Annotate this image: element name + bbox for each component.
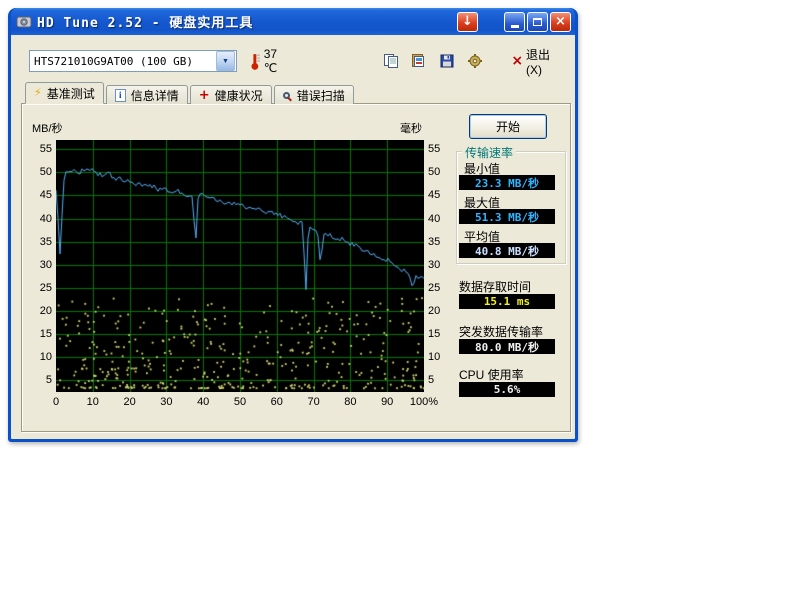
- benchmark-icon: ⚡: [34, 88, 42, 99]
- cpu-usage-value: 5.6%: [459, 382, 555, 397]
- tab-info-label: 信息详情: [131, 87, 179, 104]
- drive-select-value: HTS721010G9AT00 (100 GB): [30, 55, 216, 68]
- y-tick-label-right: 25: [428, 282, 456, 294]
- health-cross-icon: +: [199, 88, 210, 103]
- y-axis-unit-right: 毫秒: [400, 120, 422, 136]
- temperature-value: 37 ℃: [264, 47, 294, 75]
- avg-value: 40.8 MB/秒: [459, 243, 555, 258]
- y-tick-label-left: 30: [24, 259, 52, 271]
- x-tick-label: 90: [371, 396, 403, 408]
- y-tick-label-right: 15: [428, 328, 456, 340]
- y-tick-label-left: 25: [24, 282, 52, 294]
- hdtune-app-icon: [16, 14, 32, 30]
- x-tick-label: 50: [224, 396, 256, 408]
- access-time-value: 15.1 ms: [459, 294, 555, 309]
- y-tick-label-left: 40: [24, 213, 52, 225]
- y-tick-label-right: 20: [428, 305, 456, 317]
- x-tick-label: 40: [187, 396, 219, 408]
- info-icon: i: [115, 89, 126, 102]
- x-tick-label: 30: [150, 396, 182, 408]
- copy-screenshot-button[interactable]: [409, 52, 429, 70]
- tab-health-label: 健康状况: [215, 87, 263, 104]
- chevron-down-icon: ▼: [222, 58, 229, 65]
- save-screenshot-button[interactable]: [437, 52, 457, 70]
- minimize-button[interactable]: [504, 12, 525, 32]
- benchmark-chart: MB/秒 毫秒 55101015152020252530303535404045…: [22, 104, 456, 431]
- x-tick-label: 10: [77, 396, 109, 408]
- y-tick-label-left: 35: [24, 236, 52, 248]
- tab-bar: ⚡ 基准测试 i 信息详情 + 健康状况 错误扫描: [25, 82, 356, 104]
- options-gear-icon: [467, 53, 483, 69]
- y-tick-label-right: 5: [428, 374, 456, 386]
- max-value: 51.3 MB/秒: [459, 209, 555, 224]
- close-button[interactable]: ×: [550, 12, 571, 32]
- hdtune-window: HD Tune 2.52 - 硬盘实用工具 ↓ × HTS721010G9AT0…: [8, 8, 578, 442]
- benchmark-plot-canvas: [56, 140, 424, 392]
- save-icon: [439, 53, 455, 69]
- min-value: 23.3 MB/秒: [459, 175, 555, 190]
- tab-error-scan-label: 错误扫描: [297, 87, 345, 104]
- toolbar-buttons: [381, 52, 485, 70]
- access-time-label: 数据存取时间: [459, 278, 531, 295]
- y-tick-label-right: 55: [428, 143, 456, 155]
- exit-button[interactable]: × 退出(X): [511, 46, 565, 77]
- tab-info[interactable]: i 信息详情: [106, 85, 188, 104]
- temperature-indicator: 37 ℃: [249, 47, 293, 75]
- tab-benchmark[interactable]: ⚡ 基准测试: [25, 82, 104, 104]
- minimize-icon: [511, 25, 519, 28]
- drive-select[interactable]: HTS721010G9AT00 (100 GB) ▼: [29, 50, 237, 72]
- copy-text-button[interactable]: [381, 52, 401, 70]
- y-tick-label-left: 5: [24, 374, 52, 386]
- y-tick-label-left: 45: [24, 189, 52, 201]
- y-tick-label-right: 50: [428, 166, 456, 178]
- start-button[interactable]: 开始: [469, 114, 547, 139]
- x-tick-label: 100%: [408, 396, 440, 408]
- y-tick-label-right: 45: [428, 189, 456, 201]
- y-tick-label-left: 55: [24, 143, 52, 155]
- copy-screenshot-icon: [411, 53, 427, 69]
- toolbar: HTS721010G9AT00 (100 GB) ▼ 37 ℃: [29, 49, 565, 73]
- burst-rate-value: 80.0 MB/秒: [459, 339, 555, 354]
- tab-error-scan[interactable]: 错误扫描: [274, 85, 354, 104]
- y-tick-label-left: 50: [24, 166, 52, 178]
- benchmark-panel: MB/秒 毫秒 55101015152020252530303535404045…: [21, 103, 571, 432]
- magnifier-icon: [283, 92, 290, 99]
- y-tick-label-left: 20: [24, 305, 52, 317]
- close-icon: ×: [555, 15, 566, 28]
- x-tick-label: 70: [298, 396, 330, 408]
- options-button[interactable]: [465, 52, 485, 70]
- transfer-rate-group-label: 传输速率: [462, 144, 516, 161]
- y-tick-label-right: 30: [428, 259, 456, 271]
- maximize-icon: [533, 18, 542, 26]
- y-tick-label-left: 10: [24, 351, 52, 363]
- window-body: HTS721010G9AT00 (100 GB) ▼ 37 ℃: [11, 35, 575, 439]
- download-arrow-icon: ↓: [462, 15, 473, 28]
- title-bar[interactable]: HD Tune 2.52 - 硬盘实用工具 ↓ ×: [11, 8, 575, 35]
- copy-text-icon: [383, 53, 399, 69]
- x-tick-label: 80: [334, 396, 366, 408]
- tab-health[interactable]: + 健康状况: [190, 85, 272, 104]
- download-button[interactable]: ↓: [457, 12, 478, 32]
- x-tick-label: 60: [261, 396, 293, 408]
- cpu-usage-label: CPU 使用率: [459, 366, 524, 383]
- burst-rate-label: 突发数据传输率: [459, 323, 543, 340]
- x-tick-label: 20: [114, 396, 146, 408]
- y-tick-label-right: 35: [428, 236, 456, 248]
- exit-x-icon: ×: [511, 54, 523, 68]
- window-title: HD Tune 2.52 - 硬盘实用工具: [37, 12, 457, 31]
- results-column: 开始 传输速率 最小值 23.3 MB/秒 最大值 51.3 MB/秒 平均值 …: [456, 104, 570, 431]
- x-tick-label: 0: [40, 396, 72, 408]
- y-axis-unit-left: MB/秒: [32, 120, 63, 136]
- y-tick-label-left: 15: [24, 328, 52, 340]
- dropdown-arrow-button[interactable]: ▼: [216, 51, 235, 71]
- thermometer-icon: [249, 51, 261, 71]
- exit-label: 退出(X): [526, 46, 565, 77]
- y-tick-label-right: 40: [428, 213, 456, 225]
- maximize-button[interactable]: [527, 12, 548, 32]
- tab-benchmark-label: 基准测试: [47, 85, 95, 102]
- y-tick-label-right: 10: [428, 351, 456, 363]
